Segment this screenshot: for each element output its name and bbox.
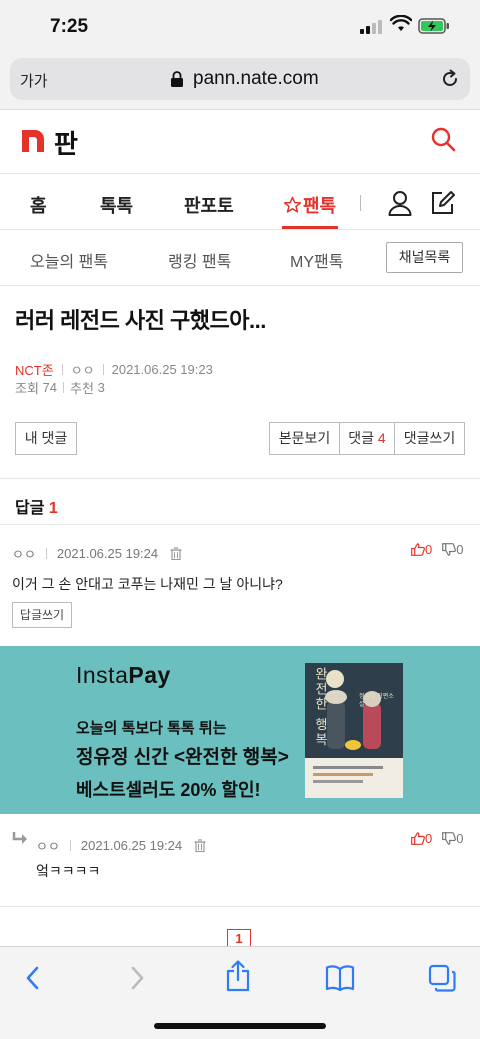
reply-author: ㅇㅇ [36,839,60,854]
edit-icon[interactable] [430,190,456,216]
divider [0,906,480,907]
views-count: 74 [42,380,58,395]
chevron-right-icon[interactable] [126,964,148,992]
ad-line-2: 정유정 신간 <완전한 행복> [76,747,289,768]
reply-arrow-icon [12,832,27,844]
comment-author: ㅇㅇ [12,547,36,562]
bookmarks-book-icon[interactable] [325,964,355,992]
thumbs-up-icon [411,543,425,556]
battery-charging-icon [418,18,449,34]
status-bar: 7:25 [0,0,480,54]
ad-book-cover: 완전한 행복 정유정 장편소설 [305,663,403,798]
divider [0,524,480,525]
trash-icon[interactable] [194,839,206,852]
comment-text: 이거 그 손 안대고 코푸는 나재민 그 날 아니냐? [12,576,283,592]
user-icon[interactable] [388,190,412,216]
recommend-count: 3 [97,380,105,395]
replies-count: 1 [48,500,58,517]
thumbs-down-icon [442,543,457,556]
downvote-button[interactable]: 0 [442,831,463,846]
site-header: 판 [0,110,480,174]
browser-address-area: 가가 pann.nate.com [0,54,480,110]
cellular-signal-icon [360,20,382,34]
address-bar[interactable]: 가가 pann.nate.com [10,58,470,100]
reply-meta: ㅇㅇ 2021.06.25 19:24 [36,836,206,855]
divider [0,478,480,479]
home-indicator [154,1023,326,1029]
ad-brand-prefix: Insta [76,662,129,688]
ad-book-author: 정유정 장편소설 [359,694,394,708]
nav-pannphoto[interactable]: 판포토 [184,192,234,218]
ad-line-1: 오늘의 톡보다 톡톡 튀는 [76,720,227,737]
replies-header: 답글 1 [15,494,58,518]
article-date: 2021.06.25 19:23 [111,362,213,377]
write-comment-button[interactable]: 댓글쓰기 [395,422,465,455]
recommend-label: 추천 [70,381,94,396]
comment-date: 2021.06.25 19:24 [56,546,159,561]
write-reply-button[interactable]: 답글쓰기 [12,602,72,628]
thumbs-up-icon [411,832,425,845]
active-tab-indicator [282,226,338,229]
upvote-button[interactable]: 0 [411,542,432,557]
main-nav: 홈 톡톡 판포토 팬톡 [0,175,480,230]
comment-meta: ㅇㅇ 2021.06.25 19:24 [12,544,182,563]
site-logo-text[interactable]: 판 [54,124,78,161]
article-stats: 조회 74 추천 3 [15,378,105,397]
comments-count: 4 [377,430,386,446]
star-icon [283,196,302,213]
downvote-count: 0 [456,831,464,846]
channel-list-button[interactable]: 채널목록 [386,242,463,273]
nav-separator [360,195,361,211]
subnav-ranking-fantalk[interactable]: 랭킹 팬톡 [168,248,231,272]
comments-label: 댓글 [348,430,375,446]
ad-book-title: 완전한 행복 [313,667,328,748]
reply-votes: 0 0 [411,831,463,846]
downvote-button[interactable]: 0 [442,542,463,557]
ad-brand: InstaPay [76,662,171,689]
downvote-count: 0 [456,542,464,557]
ad-brand-suffix: Pay [128,662,171,688]
nav-fantalk[interactable]: 팬톡 [283,192,336,218]
reply-date: 2021.06.25 19:24 [80,838,183,853]
article-title: 러러 레전드 사진 구했드아... [15,308,266,333]
sub-nav: 오늘의 팬톡 랭킹 팬톡 MY팬톡 채널목록 [0,231,480,286]
wifi-icon [390,15,412,31]
views-label: 조회 [15,381,39,396]
reload-icon[interactable] [440,69,460,89]
ad-line-3: 베스트셀러도 20% 할인! [76,780,261,800]
ad-banner[interactable]: InstaPay 오늘의 톡보다 톡톡 튀는 정유정 신간 <완전한 행복> 베… [0,646,480,814]
upvote-count: 0 [425,831,433,846]
upvote-count: 0 [425,542,433,557]
tabs-icon[interactable] [428,964,456,992]
view-post-button[interactable]: 본문보기 [269,422,340,455]
article-category[interactable]: NCT존 [15,360,54,379]
search-icon[interactable] [430,126,456,152]
reply-text: 엌ㅋㅋㅋㅋ [36,863,101,879]
subnav-today-fantalk[interactable]: 오늘의 팬톡 [30,248,108,272]
status-time: 7:25 [50,16,89,37]
lock-icon [171,71,183,87]
subnav-my-fantalk[interactable]: MY팬톡 [290,248,343,272]
nav-toktok[interactable]: 톡톡 [100,192,133,218]
share-icon[interactable] [225,960,251,992]
nate-logo-icon[interactable] [22,130,44,152]
comment-actions: 본문보기 댓글 4 댓글쓰기 [269,422,465,455]
replies-label: 답글 [15,500,45,517]
trash-icon[interactable] [170,547,182,560]
upvote-button[interactable]: 0 [411,831,432,846]
article-author: ㅇㅇ [70,363,95,378]
nav-fantalk-label: 팬톡 [303,196,337,216]
text-size-button[interactable]: 가가 [20,70,48,91]
comments-button[interactable]: 댓글 4 [340,422,395,455]
thumbs-down-icon [442,832,457,845]
comment-votes: 0 0 [411,542,463,557]
chevron-left-icon[interactable] [22,964,44,992]
nav-home[interactable]: 홈 [30,192,47,218]
my-comments-button[interactable]: 내 댓글 [15,422,77,455]
article-meta: NCT존 ㅇㅇ 2021.06.25 19:23 [15,360,213,379]
url-text[interactable]: pann.nate.com [193,68,319,90]
